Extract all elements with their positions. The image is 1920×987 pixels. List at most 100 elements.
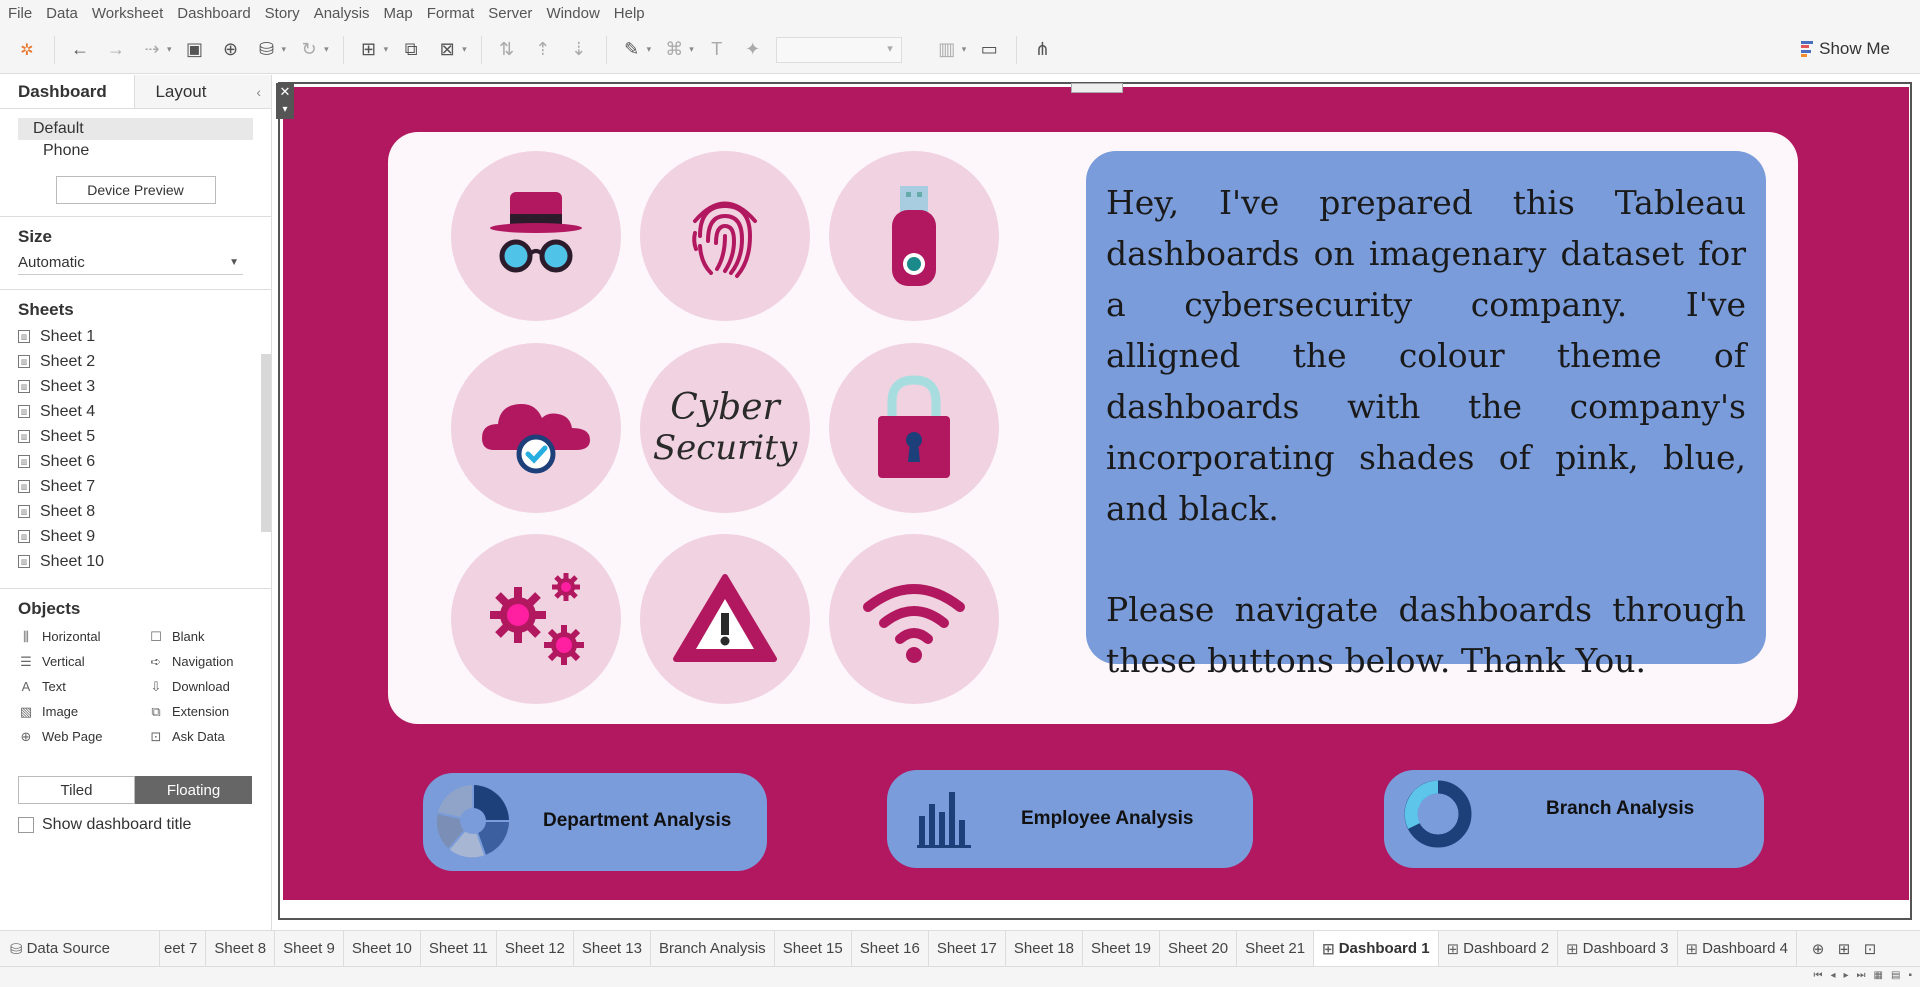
group-icon[interactable]: ⌘ [661, 37, 687, 63]
object-text[interactable]: A Text [18, 677, 148, 696]
branch-analysis-button[interactable]: Branch Analysis [1384, 770, 1764, 868]
dashboard-tab[interactable]: ⊞ Dashboard 4 [1678, 930, 1798, 967]
sheet-tab[interactable]: Branch Analysis [651, 930, 775, 967]
menu-window[interactable]: Window [546, 5, 599, 22]
clear-sheet-icon[interactable]: ⊠ [434, 37, 460, 63]
new-story-icon[interactable]: ⊡ [1857, 940, 1883, 958]
menu-dashboard[interactable]: Dashboard [177, 5, 250, 22]
object-horizontal[interactable]: ⫼ Horizontal [18, 627, 148, 646]
menu-help[interactable]: Help [614, 5, 645, 22]
sheet-tab[interactable]: Sheet 18 [1006, 930, 1083, 967]
tab-layout[interactable]: Layout ‹ [135, 75, 271, 108]
undo-icon[interactable]: ← [67, 37, 93, 63]
sheet-list-item[interactable]: ▥ Sheet 8 [18, 499, 271, 524]
menu-analysis[interactable]: Analysis [314, 5, 370, 22]
dashboard-tab[interactable]: ⊞ Dashboard 2 [1439, 930, 1559, 967]
next-sheet-icon[interactable]: ▸ [1844, 970, 1849, 981]
object-blank[interactable]: ☐ Blank [148, 627, 258, 646]
label-icon[interactable]: T [704, 37, 730, 63]
sheet-tab[interactable]: Sheet 8 [206, 930, 276, 967]
sheet-list-item[interactable]: ▥ Sheet 5 [18, 424, 271, 449]
object-download[interactable]: ⇩ Download [148, 677, 258, 696]
filmstrip-icon[interactable]: ▤ [1891, 970, 1900, 981]
menu-file[interactable]: File [8, 5, 32, 22]
close-icon[interactable]: ✕ [276, 83, 294, 101]
device-preview-button[interactable]: Device Preview [55, 176, 216, 204]
dashboard-tab[interactable]: ⊞ Dashboard 1 [1314, 930, 1439, 967]
sheet-list-item[interactable]: ▥ Sheet 7 [18, 474, 271, 499]
object-vertical[interactable]: ☰ Vertical [18, 652, 148, 671]
object-extension[interactable]: ⧉ Extension [148, 702, 258, 721]
object-image[interactable]: ▧ Image [18, 702, 148, 721]
presentation-mode-icon[interactable]: ▭ [976, 37, 1002, 63]
size-dropdown[interactable]: Automatic ▼ [18, 251, 243, 275]
refresh-icon[interactable]: ↻ [296, 37, 322, 63]
show-me-button[interactable]: Show Me [1801, 39, 1890, 59]
highlight-icon[interactable]: ✎ [619, 37, 645, 63]
object-navigation[interactable]: ➪ Navigation [148, 652, 258, 671]
sheet-tab[interactable]: Sheet 15 [775, 930, 852, 967]
sheet-tab[interactable]: Sheet 20 [1160, 930, 1238, 967]
tableau-logo-icon[interactable]: ✲ [14, 37, 40, 63]
new-data-source-icon[interactable]: ⊕ [218, 37, 244, 63]
data-source-tab[interactable]: ⛁ Data Source [0, 930, 160, 967]
device-phone[interactable]: Phone [18, 140, 253, 162]
show-title-checkbox[interactable] [18, 817, 34, 833]
object-web-page[interactable]: ⊕ Web Page [18, 727, 148, 746]
sheet-list-item[interactable]: ▥ Sheet 10 [18, 549, 271, 574]
new-worksheet-icon[interactable]: ⊕ [1805, 940, 1831, 958]
more-options-icon[interactable]: ▾ [276, 101, 294, 119]
menu-server[interactable]: Server [488, 5, 532, 22]
show-cards-icon[interactable]: ▥ [934, 37, 960, 63]
sheet-list-item[interactable]: ▥ Sheet 6 [18, 449, 271, 474]
sheet-tab[interactable]: Sheet 13 [574, 930, 651, 967]
swap-icon[interactable]: ⇅ [494, 37, 520, 63]
replay-icon[interactable]: ⇢ [139, 37, 165, 63]
pin-icon[interactable]: ✦ [740, 37, 766, 63]
sheet-tab[interactable]: Sheet 16 [852, 930, 929, 967]
dashboard-tab[interactable]: ⊞ Dashboard 3 [1558, 930, 1678, 967]
prev-sheet-icon[interactable]: ◂ [1830, 970, 1835, 981]
sheet-list-item[interactable]: ▥ Sheet 4 [18, 399, 271, 424]
sheet-list-item[interactable]: ▥ Sheet 2 [18, 349, 271, 374]
menu-data[interactable]: Data [46, 5, 78, 22]
sheet-tab[interactable]: Sheet 17 [929, 930, 1006, 967]
share-icon[interactable]: ⋔ [1029, 37, 1055, 63]
collapse-icon[interactable]: ‹ [256, 84, 261, 100]
sheet-sorter-icon[interactable]: ▦ [1874, 970, 1883, 981]
sheet-list-item[interactable]: ▥ Sheet 3 [18, 374, 271, 399]
sheet-tab[interactable]: Sheet 9 [275, 930, 344, 967]
menu-map[interactable]: Map [384, 5, 413, 22]
sheet-tab[interactable]: eet 7 [160, 930, 207, 967]
menu-worksheet[interactable]: Worksheet [92, 5, 163, 22]
sort-ascending-icon[interactable]: ⇡ [530, 37, 556, 63]
floating-button[interactable]: Floating [135, 776, 252, 804]
tab-dashboard[interactable]: Dashboard [0, 75, 136, 108]
sheet-list-item[interactable]: ▥ Sheet 1 [18, 324, 271, 349]
sort-descending-icon[interactable]: ⇣ [566, 37, 592, 63]
sheet-tab[interactable]: Sheet 19 [1083, 930, 1160, 967]
sheet-tab[interactable]: Sheet 12 [497, 930, 574, 967]
department-analysis-button[interactable]: Department Analysis [423, 773, 767, 871]
sheets-scrollbar[interactable] [261, 354, 271, 532]
new-worksheet-icon[interactable]: ⊞ [356, 37, 382, 63]
sheet-tab[interactable]: Sheet 21 [1237, 930, 1315, 967]
show-title-option[interactable]: Show dashboard title [18, 816, 253, 834]
fit-dropdown[interactable] [775, 36, 902, 63]
redo-icon[interactable]: → [103, 37, 129, 63]
menu-story[interactable]: Story [265, 5, 300, 22]
last-sheet-icon[interactable]: ⏭ [1857, 970, 1866, 981]
menu-format[interactable]: Format [427, 5, 475, 22]
tiled-button[interactable]: Tiled [18, 776, 135, 804]
sheet-list-item[interactable]: ▥ Sheet 9 [18, 524, 271, 549]
first-sheet-icon[interactable]: ⏮ [1813, 970, 1822, 981]
employee-analysis-button[interactable]: Employee Analysis [887, 770, 1253, 868]
object-ask-data[interactable]: ⊡ Ask Data [148, 727, 258, 746]
new-dashboard-icon[interactable]: ⊞ [1831, 940, 1857, 958]
sheet-tab[interactable]: Sheet 10 [344, 930, 421, 967]
device-default[interactable]: Default [18, 118, 253, 140]
move-handle[interactable] [1071, 83, 1123, 93]
tabs-view-icon[interactable]: ▪ [1908, 970, 1912, 981]
sheet-tab[interactable]: Sheet 11 [421, 930, 497, 967]
duplicate-sheet-icon[interactable]: ⧉ [398, 37, 424, 63]
